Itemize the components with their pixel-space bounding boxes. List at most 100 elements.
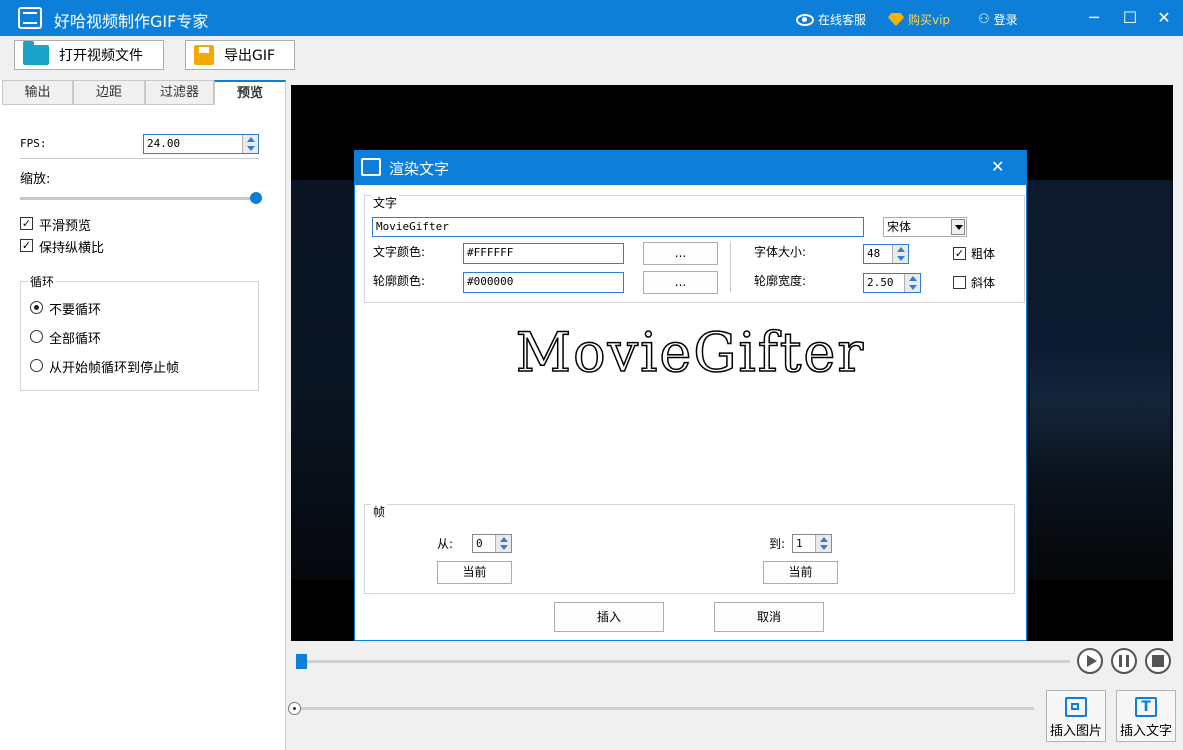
to-stepper[interactable]: 1 [792,534,832,553]
loop-range-radio[interactable] [30,359,43,372]
smooth-preview-checkbox[interactable]: ✓ [20,217,33,230]
insert-image-label: 插入图片 [1049,724,1102,739]
login-link[interactable]: ⚇ 登录 [978,11,1018,28]
loop-group-title: 循环 [28,273,57,290]
film-icon [18,7,42,29]
text-preview: MovieGifter [515,320,866,385]
outline-color-field[interactable]: #000000 [463,272,624,293]
buy-vip-label: 购买vip [908,13,951,27]
maximize-button[interactable]: ☐ [1120,8,1140,28]
diamond-icon [888,13,904,26]
stepper-arrows-icon[interactable] [495,535,511,552]
pause-button[interactable] [1111,648,1137,674]
play-icon [1087,655,1097,667]
dialog-title-bar: 渲染文字 ✕ [355,151,1026,185]
font-size-label: 字体大小: [754,245,807,259]
cancel-button[interactable]: 取消 [714,602,824,632]
to-label: 到: [769,537,786,551]
keep-ratio-checkbox[interactable]: ✓ [20,239,33,252]
smooth-preview-label: 平滑预览 [39,219,92,234]
minimize-button[interactable]: ─ [1084,8,1104,28]
tab-preview[interactable]: 预览 [214,80,286,105]
insert-button[interactable]: 插入 [554,602,664,632]
open-video-button[interactable]: 打开视频文件 [14,40,164,70]
stepper-arrows-icon[interactable] [242,135,258,153]
film-icon [361,158,381,176]
tab-margin[interactable]: 边距 [73,80,145,105]
stepper-arrows-icon[interactable] [904,274,920,292]
italic-checkbox[interactable] [953,276,966,289]
stepper-arrows-icon[interactable] [815,535,831,552]
outline-width-value: 2.50 [867,276,894,289]
folder-icon [23,41,49,65]
tab-filter[interactable]: 过滤器 [145,80,214,105]
chevron-down-icon[interactable] [951,219,965,235]
text-input[interactable]: MovieGifter [372,217,864,237]
dialog-title: 渲染文字 [389,160,450,178]
bold-label: 粗体 [971,247,996,261]
keep-ratio-label: 保持纵横比 [39,241,105,256]
stepper-arrows-icon[interactable] [892,245,908,263]
from-stepper[interactable]: 0 [472,534,512,553]
stop-icon [1152,655,1164,667]
login-label: 登录 [993,13,1018,27]
outline-width-label: 轮廓宽度: [754,274,807,288]
fps-label: FPS: [20,137,47,150]
play-button[interactable] [1077,648,1103,674]
save-icon [194,45,214,65]
zoom-slider[interactable] [20,197,256,200]
playback-progress-bar[interactable] [296,660,1070,663]
timeline-slider-thumb[interactable] [288,702,301,715]
text-color-pick-button[interactable]: ... [643,242,718,265]
playback-progress-thumb[interactable] [296,654,307,669]
export-gif-button[interactable]: 导出GIF [185,40,295,70]
tab-output[interactable]: 输出 [2,80,73,105]
fps-stepper[interactable]: 24.00 [143,134,259,154]
outline-color-label: 轮廓颜色: [373,274,426,288]
loop-none-label: 不要循环 [49,303,102,318]
italic-label: 斜体 [971,276,996,290]
outline-width-stepper[interactable]: 2.50 [863,273,921,293]
text-icon: T [1135,697,1157,717]
fps-value: 24.00 [147,137,181,150]
timeline-slider[interactable] [296,707,1034,710]
loop-range-label: 从开始帧循环到停止帧 [49,361,180,376]
close-button[interactable]: ✕ [1154,8,1174,28]
from-value: 0 [476,537,483,550]
to-current-button[interactable]: 当前 [763,561,838,584]
open-video-label: 打开视频文件 [59,48,143,64]
insert-image-button[interactable]: 插入图片 [1046,690,1106,742]
dialog-close-button[interactable]: ✕ [991,157,1004,176]
font-select-value: 宋体 [887,220,912,234]
pause-icon [1119,655,1129,667]
loop-none-radio[interactable] [30,301,43,314]
text-color-field[interactable]: #FFFFFF [463,243,624,264]
to-value: 1 [796,537,803,550]
loop-all-label: 全部循环 [49,332,102,347]
eye-icon [796,13,814,26]
font-select[interactable]: 宋体 [883,217,967,237]
insert-text-button[interactable]: T 插入文字 [1116,690,1176,742]
text-color-label: 文字颜色: [373,245,426,259]
zoom-label: 缩放: [20,172,51,187]
app-title: 好哈视频制作GIF专家 [54,12,209,31]
loop-all-radio[interactable] [30,330,43,343]
frame-group-title: 帧 [371,503,388,520]
buy-vip-link[interactable]: 购买vip [888,11,950,28]
image-icon [1065,697,1087,717]
font-size-value: 48 [867,247,881,260]
bold-checkbox[interactable]: ✓ [953,247,966,260]
from-label: 从: [437,537,454,551]
stop-button[interactable] [1145,648,1171,674]
divider [20,158,259,159]
video-scene-image [1030,180,1170,580]
online-service-link[interactable]: 在线客服 [796,11,866,28]
from-current-button[interactable]: 当前 [437,561,512,584]
text-group-title: 文字 [371,194,400,211]
export-gif-label: 导出GIF [224,48,276,64]
font-size-stepper[interactable]: 48 [863,244,909,264]
insert-text-label: 插入文字 [1119,724,1172,739]
outline-color-pick-button[interactable]: ... [643,271,718,294]
zoom-slider-thumb[interactable] [250,192,262,204]
render-text-dialog: 渲染文字 ✕ 文字 MovieGifter 宋体 文字颜色: #FFFFFF .… [354,150,1027,641]
